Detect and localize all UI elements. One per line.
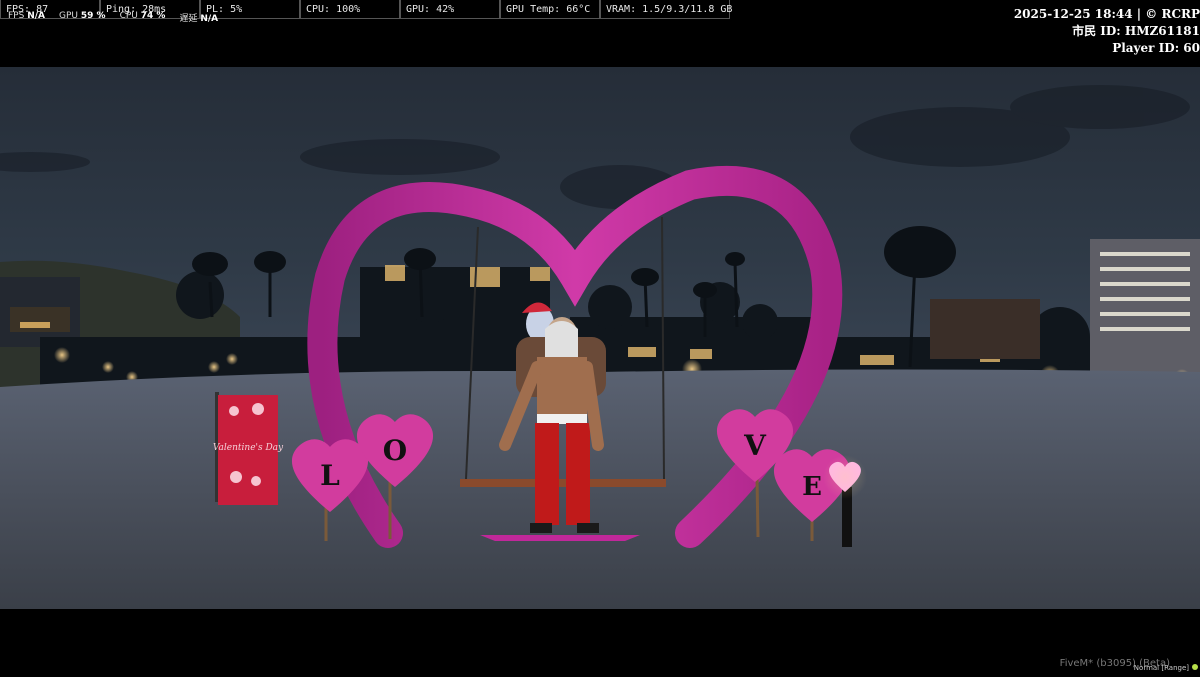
sign-letter-l: L <box>320 459 340 492</box>
overlay-latency: 遅延 N/A <box>179 14 219 24</box>
citizen-id-label: 市民 ID: HMZ61181 <box>1072 24 1200 38</box>
gpu-temp-stat: GPU Temp: 66°C <box>500 0 600 19</box>
letterbox-bottom <box>0 609 1200 677</box>
sign-letter-v: V <box>743 429 767 462</box>
voice-range-status: Normal [Range] <box>1134 664 1198 672</box>
arch-base <box>480 535 640 541</box>
gpu-overlay: FPS N/A GPU 59 % CPU 74 % 遅延 N/A <box>8 11 218 24</box>
game-scene[interactable]: Valentine's Day L O V E <box>0 67 1200 609</box>
player-id-label: Player ID: 60 <box>1112 41 1200 55</box>
datetime-label: 2025-12-25 18:44 | © RCRP <box>1013 7 1200 21</box>
banner-text: Valentine's Day <box>213 443 284 453</box>
overlay-cpu: CPU 74 % <box>119 11 166 21</box>
sign-letter-e: E <box>802 472 822 502</box>
scene-render: Valentine's Day L O V E <box>0 67 1200 609</box>
server-info: 2025-12-25 18:44 | © RCRP 市民 ID: HMZ6118… <box>1014 6 1200 57</box>
voice-indicator-icon <box>1192 664 1198 670</box>
valentine-banner: Valentine's Day <box>213 392 284 505</box>
buildings-left <box>0 277 80 347</box>
beach-sand <box>0 369 1200 609</box>
overlay-fps: FPS N/A <box>8 11 45 21</box>
cpu-stat: CPU: 100% <box>300 0 400 19</box>
gpu-stat: GPU: 42% <box>400 0 500 19</box>
vram-stat: VRAM: 1.5/9.3/11.8 GB <box>600 0 732 19</box>
overlay-gpu: GPU 59 % <box>59 11 106 21</box>
sign-letter-o: O <box>383 434 407 467</box>
